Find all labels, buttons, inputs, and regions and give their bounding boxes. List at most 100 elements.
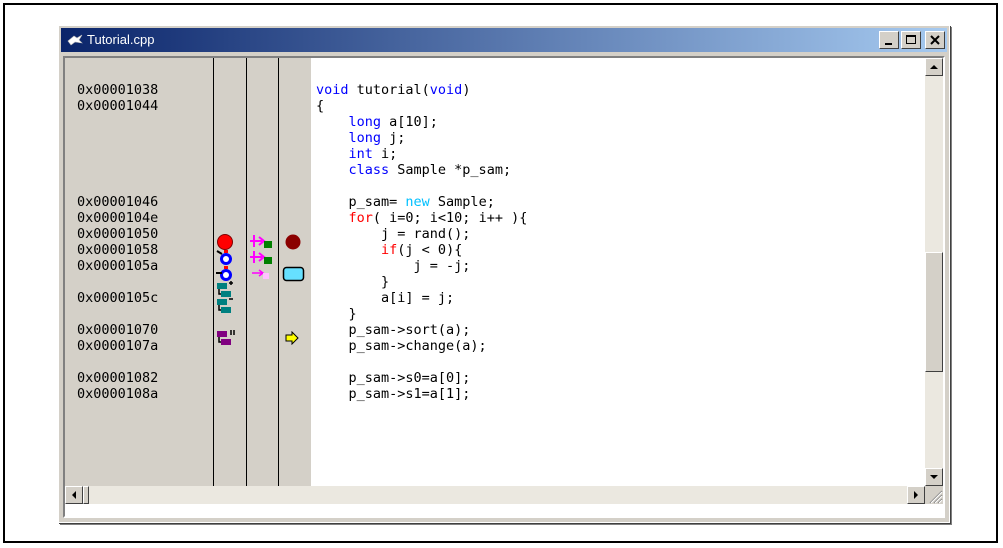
arrow-down-icon (930, 475, 938, 479)
keyword-token: long (348, 130, 382, 146)
code-token: } (316, 274, 390, 290)
code-token: i; (372, 146, 398, 162)
window-title: Tutorial.cpp (87, 32, 155, 47)
resize-grip[interactable] (925, 486, 943, 504)
address-label: 0x00001070 (77, 322, 159, 338)
code-token: ( i=0; i<10; i++ ){ (372, 210, 528, 226)
code-token: { (316, 98, 325, 114)
vertical-scrollbar[interactable] (925, 58, 943, 486)
code-token: j = -j; (316, 258, 471, 274)
code-token: p_sam->s0=a[0]; (316, 370, 471, 386)
code-line[interactable]: int i; (316, 146, 398, 162)
address-gutter: 0x00001038 0x00001044 0x00001046 0x0000104e… (65, 58, 311, 486)
source-view[interactable]: 0x00001038 0x00001044 0x00001046 0x0000104e… (63, 56, 945, 518)
code-line[interactable]: if(j < 0){ (316, 242, 462, 258)
scroll-left-button[interactable] (65, 486, 83, 504)
address-label: 0x0000105a (77, 258, 159, 274)
address-label: 0x0000104e (77, 210, 159, 226)
code-editor[interactable]: void tutorial(void){ long a[10]; long j;… (311, 58, 925, 486)
keyword-token: new (405, 194, 430, 210)
code-line[interactable]: long j; (316, 130, 406, 146)
address-label: 0x0000108a (77, 386, 159, 402)
chip-event-icon[interactable] (216, 329, 238, 347)
code-token: p_sam->sort(a); (316, 322, 471, 338)
code-token: j = rand(); (316, 226, 471, 242)
vertical-scroll-thumb[interactable] (925, 252, 943, 372)
code-line[interactable]: j = rand(); (316, 226, 470, 242)
horizontal-scrollbar[interactable] (65, 486, 925, 504)
code-token: Sample *p_sam; (389, 162, 512, 178)
keyword-token: for (348, 210, 373, 226)
address-label: 0x00001038 (77, 82, 159, 98)
keyword-token: void (429, 82, 463, 98)
code-line[interactable]: p_sam->s0=a[0]; (316, 370, 471, 386)
event-trace-icon[interactable] (250, 233, 274, 249)
minimize-button[interactable] (879, 31, 899, 49)
code-line[interactable]: j = -j; (316, 258, 471, 274)
code-line[interactable]: void tutorial(void) (316, 82, 470, 98)
coverage-marker-icon[interactable] (282, 265, 306, 283)
code-line[interactable]: p_sam->sort(a); (316, 322, 471, 338)
scroll-right-button[interactable] (907, 486, 925, 504)
code-token: a[10]; (381, 114, 438, 130)
code-token: tutorial( (348, 82, 430, 98)
arrow-left-icon (72, 491, 76, 499)
code-token: p_sam->s1=a[1]; (316, 386, 471, 402)
keyword-token: int (348, 146, 373, 162)
breakpoint-icon[interactable] (284, 233, 302, 251)
code-line[interactable]: a[i] = j; (316, 290, 454, 306)
code-token: j; (381, 130, 406, 146)
horizontal-scroll-thumb[interactable] (83, 486, 89, 504)
address-label: 0x00001082 (77, 370, 159, 386)
minimize-icon (885, 43, 892, 45)
code-line[interactable]: { (316, 98, 324, 114)
arrow-up-icon (930, 65, 938, 69)
keyword-token: long (348, 114, 382, 130)
address-label: 0x00001046 (77, 194, 159, 210)
arrow-right-icon (914, 491, 918, 499)
address-label: 0x00001058 (77, 242, 159, 258)
title-bar[interactable]: Tutorial.cpp (61, 28, 947, 52)
event-trace-icon[interactable] (250, 249, 274, 265)
keyword-token: if (381, 242, 398, 258)
close-button[interactable] (925, 31, 945, 49)
code-token: Sample; (429, 194, 495, 210)
code-line[interactable]: for( i=0; i<10; i++ ){ (316, 210, 528, 226)
code-line[interactable]: class Sample *p_sam; (316, 162, 512, 178)
code-line[interactable]: long a[10]; (316, 114, 438, 130)
source-file-icon (67, 34, 83, 46)
code-line[interactable]: p_sam= new Sample; (316, 194, 495, 210)
code-token: (j < 0){ (397, 242, 463, 258)
address-label: 0x0000105c (77, 290, 159, 306)
code-token: a[i] = j; (316, 290, 455, 306)
editor-window: Tutorial.cpp 0x00001038 0x00001044 0x00001… (58, 25, 950, 523)
trace-point-icon[interactable] (252, 267, 272, 281)
code-token: p_sam= (316, 194, 406, 210)
resize-grip-icon (929, 490, 943, 504)
maximize-icon (906, 35, 916, 44)
code-line[interactable]: p_sam->change(a); (316, 338, 487, 354)
code-line[interactable]: } (316, 306, 357, 322)
maximize-button[interactable] (901, 31, 921, 49)
address-label: 0x0000107a (77, 338, 159, 354)
keyword-token: class (348, 162, 390, 178)
program-counter-arrow-icon (285, 331, 299, 345)
address-label: 0x00001050 (77, 226, 159, 242)
code-line[interactable]: p_sam->s1=a[1]; (316, 386, 471, 402)
close-icon (930, 35, 940, 45)
scroll-down-button[interactable] (925, 468, 943, 486)
chip-event-icon[interactable] (216, 297, 236, 315)
keyword-token: void (316, 82, 349, 98)
scroll-up-button[interactable] (925, 58, 943, 76)
code-line[interactable]: } (316, 274, 389, 290)
code-token: ) (462, 82, 471, 98)
address-label: 0x00001044 (77, 98, 159, 114)
code-token: } (316, 306, 357, 322)
code-token: p_sam->change(a); (316, 338, 487, 354)
